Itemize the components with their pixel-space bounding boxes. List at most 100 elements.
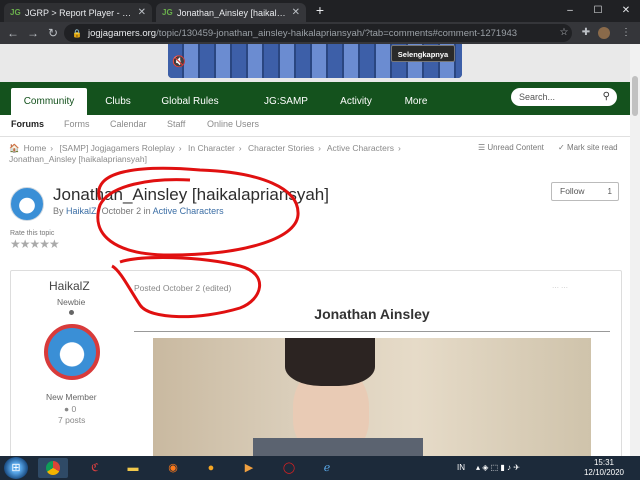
language-indicator[interactable]: IN	[457, 456, 465, 480]
breadcrumb-current: Jonathan_Ainsley [haikalapriansyah]	[9, 154, 147, 164]
start-button[interactable]: ⊞	[4, 457, 28, 479]
member-group: New Member	[46, 392, 97, 402]
address-bar[interactable]: 🔒 jogjagamers.org /topic/130459-jonathan…	[64, 24, 572, 42]
folder-icon[interactable]: ▬	[118, 458, 148, 478]
reputation-icon: ●	[64, 404, 72, 414]
mark-site-read-link[interactable]: ✓ Mark site read	[558, 143, 618, 152]
character-photo	[153, 338, 591, 456]
browser-tab-report[interactable]: JG JGRP > Report Player - Jogjagan ✕	[4, 3, 152, 22]
post-author-rank: Newbie	[57, 297, 86, 307]
taskbar-clock[interactable]: 15:31 12/10/2020	[582, 458, 626, 478]
breadcrumb-active-characters[interactable]: Active Characters	[327, 143, 394, 153]
site-favicon-icon: JG	[162, 7, 173, 17]
unread-icon: ☰	[478, 143, 488, 152]
ad-cta-button[interactable]: Selengkapnya	[391, 45, 455, 62]
page-title: Jonathan_Ainsley [haikalapriansyah]	[53, 185, 329, 204]
posted-date: Posted October 2 (edited)	[134, 283, 232, 293]
profile-avatar[interactable]	[598, 27, 610, 39]
sub-nav	[0, 115, 630, 137]
url-path: /topic/130459-jonathan_ainsley-haikalapr…	[156, 27, 518, 39]
post-author-name[interactable]: HaikalZ	[49, 279, 90, 293]
minimize-button[interactable]: –	[556, 0, 584, 22]
close-tab-icon[interactable]: ✕	[288, 7, 300, 18]
author-link[interactable]: HaikalZ	[66, 206, 97, 216]
topic-byline: By HaikalZ, October 2 in Active Characte…	[53, 206, 224, 216]
forum-link[interactable]: Active Characters	[153, 206, 224, 216]
site-favicon-icon: JG	[10, 7, 21, 17]
search-input[interactable]: Search... ⚲	[511, 88, 617, 106]
tab-global-rules[interactable]: Global Rules	[154, 90, 226, 114]
star-icon[interactable]: ☆	[556, 25, 572, 41]
subnav-online-users[interactable]: Online Users	[207, 119, 259, 129]
media-icon[interactable]: ▶	[234, 458, 264, 478]
back-arrow-icon[interactable]: ←	[5, 25, 21, 41]
reload-icon[interactable]: ↻	[45, 25, 61, 41]
heading-rule	[134, 331, 610, 332]
topic-date: October 2 in	[101, 206, 151, 216]
subnav-calendar[interactable]: Calendar	[110, 119, 147, 129]
tray-icons[interactable]: ▴ ◈ ⬚ ▮ ♪ ✈	[476, 456, 520, 480]
windows-taskbar: ⊞ ℭ ▬ ◉ ● ▶ ◯ ℯ IN ▴ ◈ ⬚ ▮ ♪ ✈ 15:31 12/…	[0, 456, 640, 480]
tab-title: JGRP > Report Player - Jogjagan	[25, 7, 134, 18]
photo-shirt	[253, 438, 423, 456]
ccleaner-icon[interactable]: ℭ	[80, 458, 110, 478]
reputation: ● 0	[64, 404, 76, 414]
subnav-forums[interactable]: Forums	[11, 119, 44, 129]
ad-video[interactable]: 🔇 Selengkapnya	[168, 44, 462, 78]
breadcrumb-in-character[interactable]: In Character	[188, 143, 235, 153]
follow-button[interactable]: Follow 1	[551, 182, 619, 201]
subnav-forms[interactable]: Forms	[64, 119, 90, 129]
ad-banner-area: 🔇 Selengkapnya	[0, 44, 630, 82]
unread-label: Unread Content	[487, 143, 544, 152]
follow-label: Follow	[560, 186, 585, 196]
opera-icon[interactable]: ◯	[274, 458, 304, 478]
breadcrumb-home[interactable]: Home	[24, 143, 47, 153]
clock-time: 15:31	[593, 458, 615, 467]
app-icon[interactable]: ●	[196, 458, 226, 478]
tab-title: Jonathan_Ainsley [haikalapriansyah]	[177, 7, 288, 18]
home-icon: 🏠	[9, 143, 20, 153]
page-scrollbar[interactable]	[630, 44, 640, 456]
rate-label: Rate this topic	[10, 230, 55, 237]
share-icon[interactable]: ⋯ ⋯	[552, 284, 568, 292]
ie-icon[interactable]: ℯ	[312, 458, 342, 478]
lock-icon: 🔒	[72, 28, 82, 38]
browser-tab-topic[interactable]: JG Jonathan_Ainsley [haikalapriansyah] ✕	[156, 3, 306, 22]
maximize-button[interactable]: ☐	[584, 0, 612, 22]
breadcrumb-samp[interactable]: [SAMP] Jogjagamers Roleplay	[60, 143, 175, 153]
tab-clubs[interactable]: Clubs	[98, 90, 138, 114]
post-author-avatar[interactable]	[44, 324, 100, 380]
menu-icon[interactable]: ⋮	[618, 25, 634, 41]
scrollbar-thumb[interactable]	[632, 76, 638, 116]
chrome-icon[interactable]	[38, 458, 68, 478]
post-heading: Jonathan Ainsley	[314, 306, 430, 322]
tab-jg-samp-links[interactable]: JG:SAMP Links	[252, 90, 320, 131]
tab-activity[interactable]: Activity	[334, 90, 378, 114]
new-tab-button[interactable]: +	[312, 3, 328, 19]
breadcrumb-character-stories[interactable]: Character Stories	[248, 143, 314, 153]
unread-content-link[interactable]: ☰ Unread Content	[478, 143, 544, 152]
firefox-icon[interactable]: ◉	[158, 458, 188, 478]
forward-arrow-icon[interactable]: →	[25, 25, 41, 41]
check-icon: ✓	[558, 143, 567, 152]
browser-tab-strip: JG JGRP > Report Player - Jogjagan ✕ JG …	[0, 0, 640, 22]
reputation-value: 0	[71, 404, 77, 414]
by-label: By	[53, 206, 64, 216]
extensions-icon[interactable]: ✚	[578, 25, 594, 41]
breadcrumb: 🏠 Home › [SAMP] Jogjagamers Roleplay › In C…	[9, 143, 401, 164]
browser-toolbar: ← → ↻ 🔒 jogjagamers.org /topic/130459-jo…	[0, 22, 640, 44]
search-icon[interactable]: ⚲	[603, 88, 610, 106]
tab-more[interactable]: More	[396, 90, 436, 114]
rating-stars[interactable]: ★★★★★	[10, 237, 60, 251]
url-host: jogjagamers.org	[87, 27, 157, 39]
mute-icon[interactable]: 🔇	[172, 56, 186, 68]
mark-read-label: Mark site read	[566, 143, 618, 152]
subnav-staff[interactable]: Staff	[167, 119, 185, 129]
author-avatar-small[interactable]	[10, 187, 44, 221]
close-tab-icon[interactable]: ✕	[134, 7, 146, 18]
close-window-button[interactable]: ✕	[612, 0, 640, 22]
photo-hair	[285, 338, 375, 386]
post-count: 7 posts	[58, 415, 86, 425]
page-content: 🔇 Selengkapnya Community Clubs Global Ru…	[0, 44, 630, 456]
tab-community[interactable]: Community	[11, 88, 87, 115]
